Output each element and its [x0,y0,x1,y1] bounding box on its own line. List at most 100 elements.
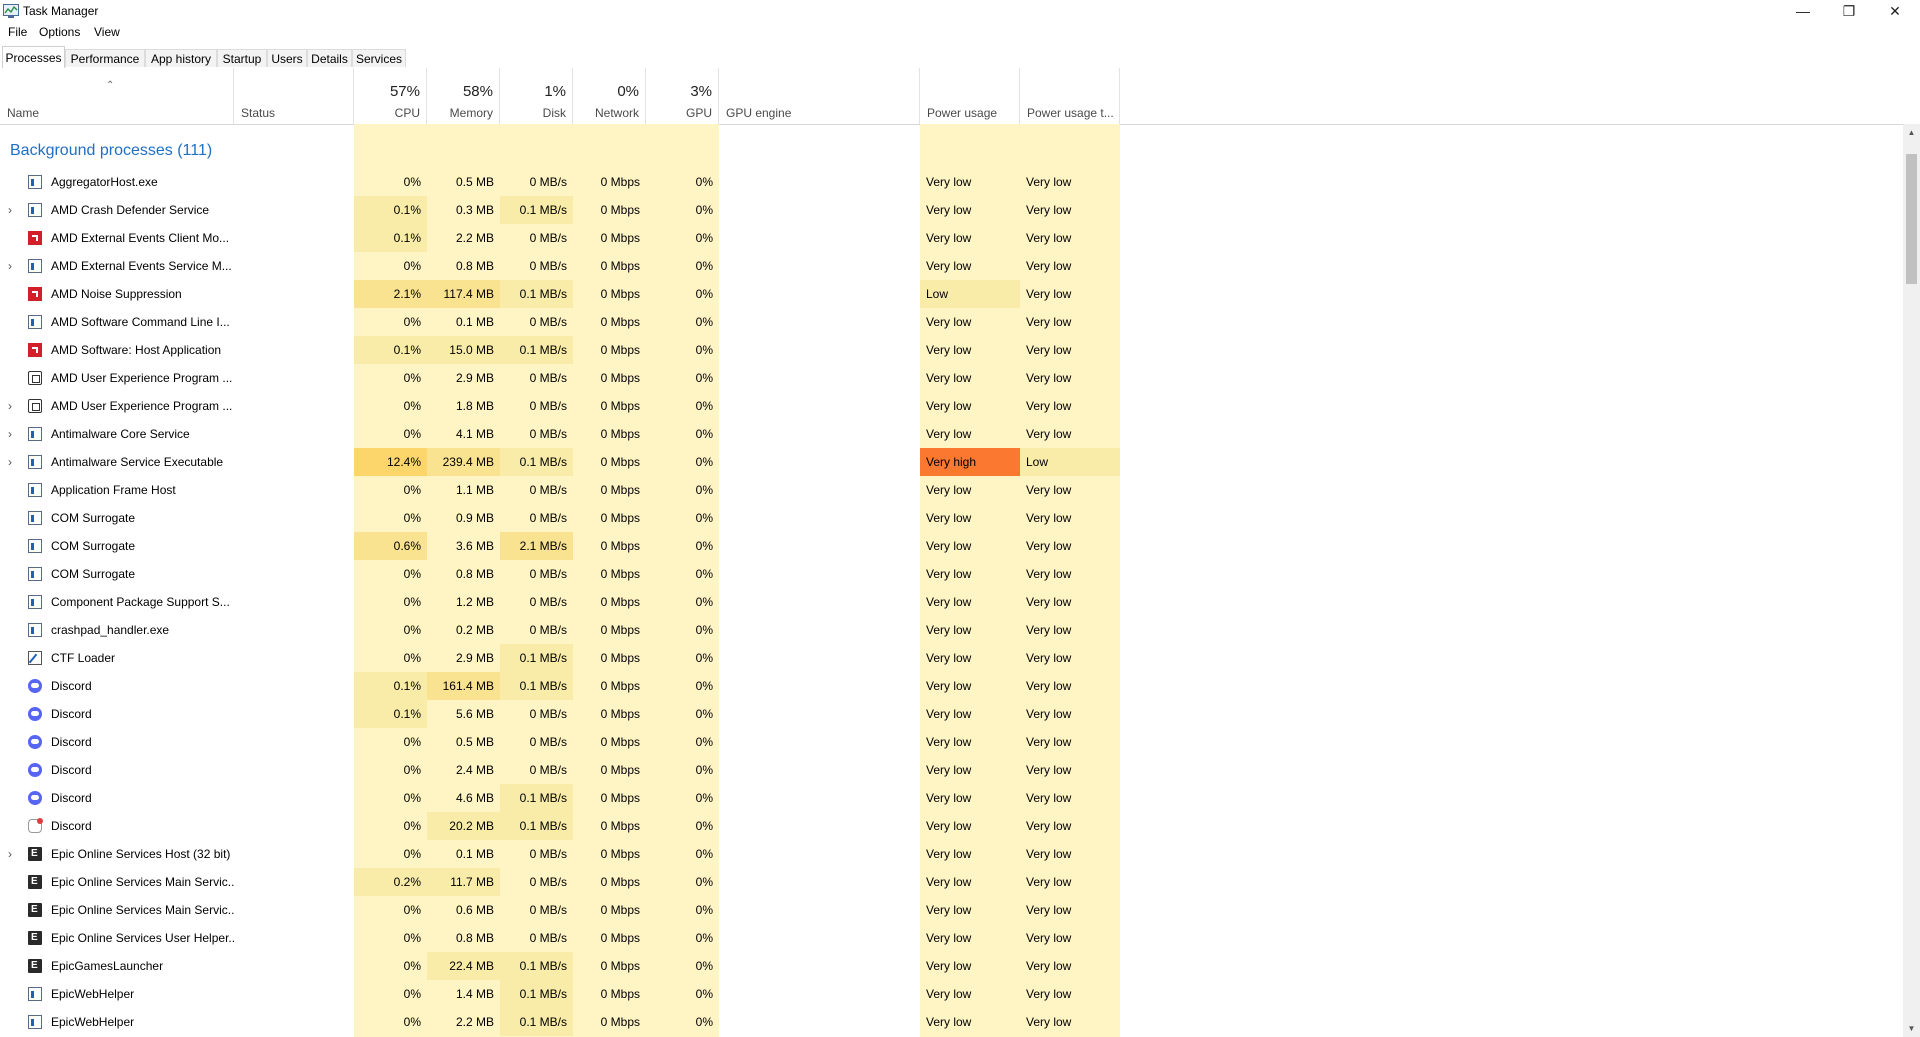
process-row[interactable]: AMD User Experience Program ... 0% 2.9 MB 0… [0,364,1903,392]
restore-button[interactable]: ❐ [1826,0,1872,22]
process-disk: 0 MB/s [529,735,567,749]
process-row[interactable]: Epic Online Services User Helper... 0% 0.8… [0,924,1903,952]
close-button[interactable]: ✕ [1872,0,1918,22]
column-gpu[interactable]: 3% GPU [646,68,719,124]
process-name: Discord [51,791,92,805]
column-cpu[interactable]: 57% CPU [354,68,427,124]
column-disk[interactable]: 1% Disk [500,68,573,124]
process-name: AMD External Events Client Mo... [51,231,230,245]
process-row[interactable]: COM Surrogate 0% 0.8 MB 0 MB/s 0 Mbps 0% Very … [0,560,1903,588]
process-power-trend: Very low [1026,903,1072,917]
column-status[interactable]: Status [234,68,354,124]
expand-chevron-icon[interactable]: › [8,252,12,280]
process-memory: 0.3 MB [455,203,494,217]
process-power-trend: Very low [1026,287,1072,301]
window-icon [28,259,42,273]
scroll-thumb[interactable] [1906,154,1917,284]
window-icon [28,427,42,441]
process-row[interactable]: AMD Software: Host Application 0.1% 15.0 M… [0,336,1903,364]
process-row[interactable]: Discord 0% 0.5 MB 0 MB/s 0 Mbps 0% Very low Ver… [0,728,1903,756]
process-memory: 1.8 MB [455,399,494,413]
process-row[interactable]: Discord 0% 2.4 MB 0 MB/s 0 Mbps 0% Very low Ver… [0,756,1903,784]
process-power: Very low [926,203,972,217]
process-row[interactable]: EpicWebHelper 0% 1.4 MB 0.1 MB/s 0 Mbps 0% Ver… [0,980,1903,1008]
menu-file[interactable]: File [8,25,27,39]
expand-chevron-icon[interactable]: › [8,392,12,420]
process-row[interactable]: › Epic Online Services Host (32 bit) 0% 0.1… [0,840,1903,868]
process-name: crashpad_handler.exe [51,623,170,637]
window-icon [28,595,42,609]
minimize-button[interactable]: — [1780,0,1826,22]
scroll-up-arrow-icon[interactable]: ▲ [1903,124,1920,141]
process-gpu: 0% [695,791,713,805]
process-disk: 0 MB/s [529,903,567,917]
process-gpu: 0% [695,763,713,777]
process-disk: 0 MB/s [529,567,567,581]
process-network: 0 Mbps [600,539,640,553]
process-power: Very low [926,959,972,973]
process-disk: 0 MB/s [529,315,567,329]
process-gpu: 0% [695,427,713,441]
process-row[interactable]: › AMD Crash Defender Service 0.1% 0.3 MB 0.1… [0,196,1903,224]
expand-chevron-icon[interactable]: › [8,448,12,476]
process-row[interactable]: AMD External Events Client Mo... 0.1% 2.2 … [0,224,1903,252]
tab-processes[interactable]: Processes [2,46,65,69]
process-row[interactable]: Discord 0.1% 161.4 MB 0.1 MB/s 0 Mbps 0% Very … [0,672,1903,700]
tab-users[interactable]: Users [267,49,307,67]
process-memory: 0.8 MB [455,931,494,945]
process-row[interactable]: Discord 0% 20.2 MB 0.1 MB/s 0 Mbps 0% Very low… [0,812,1903,840]
process-memory: 4.1 MB [455,427,494,441]
process-row[interactable]: › Antimalware Service Executable 12.4% 239.… [0,448,1903,476]
expand-chevron-icon[interactable]: › [8,840,12,868]
column-network[interactable]: 0% Network [573,68,646,124]
process-row[interactable]: EpicGamesLauncher 0% 22.4 MB0.1 MB/s 0 Mbps… [0,952,1903,980]
process-row[interactable]: Application Frame Host 0% 1.1 MB 0 MB/s 0 Mb… [0,476,1903,504]
process-gpu: 0% [695,455,713,469]
tab-services[interactable]: Services [352,49,406,67]
column-power-usage-trend[interactable]: Power usage t... [1020,68,1120,124]
process-row[interactable]: EpicWebHelper 0% 2.2 MB 0.1 MB/s 0 Mbps 0% Ver… [0,1008,1903,1036]
process-row[interactable]: AMD Software Command Line I... 0% 0.1 MB 0 … [0,308,1903,336]
process-disk: 0.1 MB/s [500,1008,573,1036]
process-row[interactable]: COM Surrogate 0% 0.9 MB 0 MB/s 0 Mbps 0% Very … [0,504,1903,532]
column-power-usage-label: Power usage [927,106,998,120]
tab-details[interactable]: Details [307,49,352,67]
process-cpu: 0% [403,567,421,581]
process-row[interactable]: AggregatorHost.exe 0% 0.5 MB 0 MB/s 0 Mbps 0%… [0,168,1903,196]
process-memory: 1.2 MB [455,595,494,609]
process-row[interactable]: Epic Online Services Main Servic... 0% 0.6… [0,896,1903,924]
process-memory: 11.7 MB [427,868,500,896]
menu-view[interactable]: View [94,25,120,39]
amd-icon [28,231,42,245]
column-memory[interactable]: 58% Memory [427,68,500,124]
tab-performance[interactable]: Performance [65,49,145,67]
window-title: Task Manager [23,4,99,18]
expand-chevron-icon[interactable]: › [8,420,12,448]
column-gpu-engine[interactable]: GPU engine [719,68,920,124]
column-power-usage[interactable]: Power usage [920,68,1020,124]
process-row[interactable]: Discord 0% 4.6 MB 0.1 MB/s 0 Mbps 0% Very low V… [0,784,1903,812]
process-row[interactable]: AMD Noise Suppression 2.1% 117.4 MB 0.1 MB/… [0,280,1903,308]
group-header-background-processes[interactable]: Background processes (111) [10,142,212,160]
vertical-scrollbar[interactable]: ▲ ▼ [1903,124,1920,1037]
process-row[interactable]: › AMD User Experience Program ... 0% 1.8 MB… [0,392,1903,420]
scroll-down-arrow-icon[interactable]: ▼ [1903,1020,1920,1037]
column-name[interactable]: Name [0,68,234,124]
process-row[interactable]: CTF Loader 0% 2.9 MB 0.1 MB/s 0 Mbps 0% Very l… [0,644,1903,672]
process-power: Very low [926,931,972,945]
process-cpu: 0% [403,791,421,805]
process-row[interactable]: Component Package Support S... 0% 1.2 MB 0 … [0,588,1903,616]
menu-options[interactable]: Options [39,25,80,39]
process-row[interactable]: Discord 0.1% 5.6 MB 0 MB/s 0 Mbps 0% Very low V… [0,700,1903,728]
process-row[interactable]: crashpad_handler.exe 0% 0.2 MB 0 MB/s 0 Mbps… [0,616,1903,644]
process-list[interactable]: Background processes (111) AggregatorHos… [0,124,1903,1037]
process-row[interactable]: › Antimalware Core Service 0% 4.1 MB 0 MB/s 0… [0,420,1903,448]
tab-startup[interactable]: Startup [217,49,267,67]
process-row[interactable]: Epic Online Services Main Servic... 0.2%1… [0,868,1903,896]
process-row[interactable]: COM Surrogate 0.6% 3.6 MB 2.1 MB/s 0 Mbps 0% V… [0,532,1903,560]
process-name: Discord [51,735,92,749]
expand-chevron-icon[interactable]: › [8,196,12,224]
window-icon [28,987,42,1001]
tab-app-history[interactable]: App history [145,49,217,67]
process-row[interactable]: › AMD External Events Service M... 0% 0.8 M… [0,252,1903,280]
